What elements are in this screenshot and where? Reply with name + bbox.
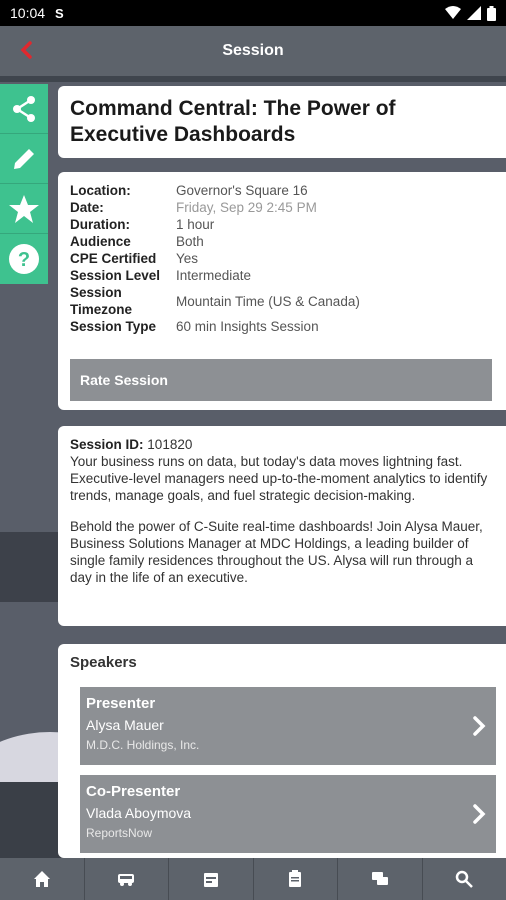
speaker-name: Vlada Aboymova (86, 805, 192, 821)
detail-value: 1 hour (176, 217, 215, 232)
chat-icon (371, 872, 388, 885)
detail-label: Session Type (70, 319, 157, 334)
detail-value: Mountain Time (US & Canada) (176, 293, 360, 309)
edit-button[interactable] (0, 134, 48, 184)
status-time: 10:04 (10, 5, 46, 21)
status-bar: 10:04 S (0, 0, 506, 26)
page-title: Session (222, 42, 284, 59)
description-text-1: Your business runs on data, but today's … (70, 454, 488, 503)
detail-row-location: Location: Governor's Square 16 (70, 182, 494, 199)
detail-value: Both (176, 234, 204, 249)
description-paragraph-1: Session ID: 101820 Your business runs on… (70, 436, 494, 504)
svg-text:?: ? (18, 249, 30, 271)
detail-value: Governor's Square 16 (176, 183, 308, 198)
session-details-card: Location: Governor's Square 16 Date: Fri… (58, 172, 506, 410)
search-icon (456, 870, 474, 888)
detail-row-type: Session Type 60 min Insights Session (70, 318, 494, 335)
detail-row-level: Session Level Intermediate (70, 267, 494, 284)
favorite-button[interactable] (0, 184, 48, 234)
detail-label: Audience (70, 234, 131, 249)
nav-schedule[interactable] (169, 858, 254, 900)
bus-icon (118, 874, 135, 886)
chevron-right-icon (473, 716, 486, 736)
wifi-icon (445, 6, 461, 19)
nav-search[interactable] (423, 858, 506, 900)
detail-value: Intermediate (176, 268, 252, 283)
question-icon: ? (9, 244, 39, 274)
detail-row-cpe: CPE Certified Yes (70, 250, 494, 267)
session-title: Command Central: The Power of Executive … (70, 97, 396, 146)
speaker-item[interactable]: Co-Presenter Vlada Aboymova ReportsNow (80, 775, 496, 853)
detail-label: Location: (70, 183, 131, 198)
speaker-org: M.D.C. Holdings, Inc. (86, 738, 200, 752)
nav-home[interactable] (0, 858, 85, 900)
detail-value: 60 min Insights Session (176, 319, 319, 334)
signal-icon (467, 6, 481, 20)
detail-row-audience: Audience Both (70, 233, 494, 250)
star-icon (9, 194, 39, 223)
bottom-navigation (0, 858, 506, 900)
detail-row-timezone: Session Timezone Mountain Time (US & Can… (70, 284, 494, 318)
clipboard-icon (289, 870, 302, 887)
detail-row-date: Date: Friday, Sep 29 2:45 PM (70, 199, 494, 216)
app-notification-icon: S (55, 5, 64, 21)
speaker-name: Alysa Mauer (86, 717, 164, 733)
nav-notes[interactable] (254, 858, 338, 900)
description-text-2: Behold the power of C-Suite real-time da… (70, 519, 483, 585)
speaker-item[interactable]: Presenter Alysa Mauer M.D.C. Holdings, I… (80, 687, 496, 765)
detail-row-duration: Duration: 1 hour (70, 216, 494, 233)
detail-label: CPE Certified (70, 251, 157, 266)
session-id-label: Session ID: (70, 437, 144, 452)
detail-label: Session Timezone (70, 285, 133, 317)
session-description-card: Session ID: 101820 Your business runs on… (58, 426, 506, 626)
session-id-value: 101820 (147, 437, 193, 452)
detail-value: Yes (176, 251, 199, 266)
share-icon (13, 95, 35, 122)
session-title-card: Command Central: The Power of Executive … (58, 86, 506, 158)
share-button[interactable] (0, 84, 48, 134)
nav-messages[interactable] (338, 858, 423, 900)
speakers-card: Speakers Presenter Alysa Mauer M.D.C. Ho… (58, 644, 506, 858)
speaker-role: Presenter (86, 695, 156, 712)
detail-value: Friday, Sep 29 2:45 PM (176, 200, 317, 215)
app-header: Session (0, 26, 506, 76)
back-arrow-icon (20, 41, 32, 59)
speaker-role: Co-Presenter (86, 783, 181, 800)
chevron-right-icon (473, 804, 486, 824)
pencil-icon (14, 148, 34, 169)
back-button[interactable] (12, 36, 40, 64)
detail-label: Date: (70, 200, 104, 215)
action-rail: ? (0, 84, 48, 284)
rate-session-button[interactable]: Rate Session (70, 359, 492, 401)
battery-icon (487, 5, 496, 21)
speaker-org: ReportsNow (86, 826, 153, 840)
help-button[interactable]: ? (0, 234, 48, 284)
nav-transport[interactable] (85, 858, 169, 900)
home-icon (33, 871, 50, 887)
speakers-heading: Speakers (70, 654, 137, 671)
detail-label: Session Level (70, 268, 161, 283)
detail-label: Duration: (70, 217, 130, 232)
schedule-icon (203, 873, 218, 887)
